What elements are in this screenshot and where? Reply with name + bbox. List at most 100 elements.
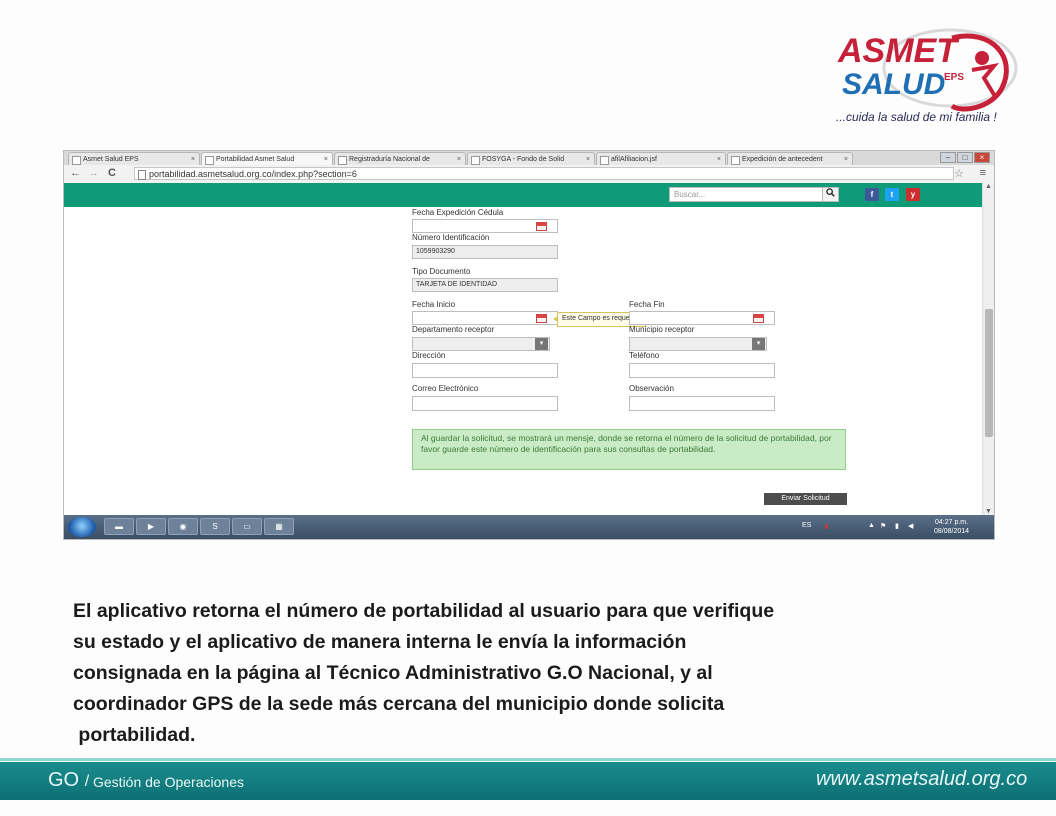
tab-label: Asmet Salud EPS xyxy=(83,156,139,163)
show-hidden-icons-icon[interactable]: ▲ xyxy=(868,522,875,529)
maximize-button[interactable]: □ xyxy=(957,152,973,163)
youtube-icon[interactable]: y xyxy=(906,188,920,201)
scrollbar[interactable]: ▲ ▼ xyxy=(982,183,994,515)
browser-screenshot: Asmet Salud EPS × Portabilidad Asmet Salu… xyxy=(63,150,995,540)
calendar-icon[interactable] xyxy=(753,314,764,323)
window-controls: – □ × xyxy=(940,152,990,163)
fecha-inicio-label: Fecha Inicio xyxy=(412,300,456,309)
tab-fosyga[interactable]: FOSYGA - Fondo de Solid × xyxy=(467,152,595,165)
page-icon xyxy=(600,156,609,165)
page-icon xyxy=(138,170,146,180)
tagline: ...cuida la salud de mi familia ! xyxy=(836,110,997,124)
calendar-icon[interactable] xyxy=(536,222,547,231)
logo-text-bottom: SALUD xyxy=(842,68,945,101)
tipo-documento-label: Tipo Documento xyxy=(412,267,471,276)
numero-identificacion-field[interactable]: 1059903290 xyxy=(412,245,558,259)
clock[interactable]: 04:27 p.m. 08/08/2014 xyxy=(934,518,969,536)
bookmark-star-icon[interactable]: ☆ xyxy=(954,167,964,180)
skype-icon[interactable]: S xyxy=(200,518,230,535)
fecha-fin-label: Fecha Fin xyxy=(629,300,665,309)
volume-tray-icon[interactable]: ◀ xyxy=(908,522,913,530)
tab-expedicion[interactable]: Expedición de antecedent × xyxy=(727,152,853,165)
tab-close-icon[interactable]: × xyxy=(717,153,721,165)
reload-icon[interactable]: C xyxy=(108,167,116,180)
minimize-button[interactable]: – xyxy=(940,152,956,163)
footer-subtitle: Gestión de Operaciones xyxy=(93,774,244,790)
correo-field[interactable] xyxy=(412,396,558,411)
chevron-down-icon[interactable]: ▾ xyxy=(752,338,765,350)
body-line: coordinador GPS de la sede más cercana d… xyxy=(73,693,725,715)
direccion-field[interactable] xyxy=(412,363,558,378)
logo-text-top: ASMET xyxy=(837,32,960,70)
scroll-up-icon[interactable]: ▲ xyxy=(985,183,992,190)
url-input[interactable]: portabilidad.asmetsalud.org.co/index.php… xyxy=(134,167,954,180)
url-text: portabilidad.asmetsalud.org.co/index.php… xyxy=(149,169,357,179)
back-arrow-icon[interactable]: ← xyxy=(70,167,81,180)
scroll-thumb[interactable] xyxy=(985,309,993,437)
observacion-label: Observación xyxy=(629,384,674,393)
municipio-receptor-label: Municipio receptor xyxy=(629,325,695,334)
tab-close-icon[interactable]: × xyxy=(844,153,848,165)
enviar-solicitud-button[interactable]: Enviar Solicitud xyxy=(764,493,847,505)
start-button[interactable] xyxy=(68,517,96,537)
tab-portabilidad[interactable]: Portabilidad Asmet Salud × xyxy=(201,152,333,165)
lips-tray-icon[interactable]: ◐ xyxy=(824,519,831,533)
departamento-receptor-select[interactable] xyxy=(412,337,550,351)
network-tray-icon[interactable]: ▮ xyxy=(895,522,899,530)
logo-text-suffix: EPS xyxy=(944,72,964,83)
tipo-documento-field[interactable]: TARJETA DE IDENTIDAD xyxy=(412,278,558,292)
tab-label: Registraduría Nacional de xyxy=(349,156,430,163)
page-icon xyxy=(205,156,214,165)
search-input[interactable]: Buscar... xyxy=(669,187,839,202)
body-line: El aplicativo retorna el número de porta… xyxy=(73,600,775,622)
tab-close-icon[interactable]: × xyxy=(191,153,195,165)
body-paragraph: El aplicativo retorna el número de porta… xyxy=(73,596,953,751)
explorer-folder-icon[interactable]: ▬ xyxy=(104,518,134,535)
tab-registraduria[interactable]: Registraduría Nacional de × xyxy=(334,152,466,165)
tab-close-icon[interactable]: × xyxy=(457,153,461,165)
favicon-icon xyxy=(338,156,347,165)
search-icon[interactable] xyxy=(822,187,839,202)
page-icon xyxy=(731,156,740,165)
tab-close-icon[interactable]: × xyxy=(586,153,590,165)
favicon-icon xyxy=(471,156,480,165)
site-header: Buscar... f t y xyxy=(64,183,982,207)
menu-icon[interactable]: ≡ xyxy=(980,167,986,179)
scroll-down-icon[interactable]: ▼ xyxy=(985,508,992,515)
municipio-receptor-select[interactable] xyxy=(629,337,767,351)
tab-close-icon[interactable]: × xyxy=(324,153,328,165)
chevron-down-icon[interactable]: ▾ xyxy=(535,338,548,350)
footer-separator: / xyxy=(84,773,90,790)
correo-label: Correo Electrónico xyxy=(412,384,479,393)
tab-label: FOSYGA - Fondo de Solid xyxy=(482,156,565,163)
media-player-icon[interactable]: ▶ xyxy=(136,518,166,535)
body-line: portabilidad. xyxy=(73,724,196,746)
close-window-button[interactable]: × xyxy=(974,152,990,163)
twitter-icon[interactable]: t xyxy=(885,188,899,201)
info-notice: Al guardar la solicitud, se mostrará un … xyxy=(412,429,846,470)
fecha-expedicion-label: Fecha Expedición Cédula xyxy=(412,208,504,217)
tab-asmet-salud[interactable]: Asmet Salud EPS × xyxy=(68,152,200,165)
body-line: consignada en la página al Técnico Admin… xyxy=(73,662,713,684)
observacion-field[interactable] xyxy=(629,396,775,411)
tab-afil-afiliacion[interactable]: afilAfiliacion.jsf × xyxy=(596,152,726,165)
body-line: su estado y el aplicativo de manera inte… xyxy=(73,631,687,653)
window-app-icon[interactable]: ▭ xyxy=(232,518,262,535)
footer-url: www.asmetsalud.org.co xyxy=(816,768,1028,790)
facebook-icon[interactable]: f xyxy=(865,188,879,201)
forward-arrow-icon[interactable]: → xyxy=(88,167,99,180)
telefono-field[interactable] xyxy=(629,363,775,378)
spreadsheet-app-icon[interactable]: ▦ xyxy=(264,518,294,535)
address-bar-row: ← → C portabilidad.asmetsalud.org.co/ind… xyxy=(64,165,994,184)
tab-label: Portabilidad Asmet Salud xyxy=(216,156,295,163)
clock-date: 08/08/2014 xyxy=(934,528,970,535)
footer-go: GO / xyxy=(48,769,89,792)
telefono-label: Teléfono xyxy=(629,351,660,360)
favicon-icon xyxy=(72,156,81,165)
tab-label: afilAfiliacion.jsf xyxy=(611,156,657,163)
chrome-icon[interactable]: ◉ xyxy=(168,518,198,535)
calendar-icon[interactable] xyxy=(536,314,547,323)
flag-tray-icon[interactable]: ⚑ xyxy=(880,522,886,530)
departamento-receptor-label: Departamento receptor xyxy=(412,325,495,334)
language-indicator[interactable]: ES xyxy=(802,522,811,529)
